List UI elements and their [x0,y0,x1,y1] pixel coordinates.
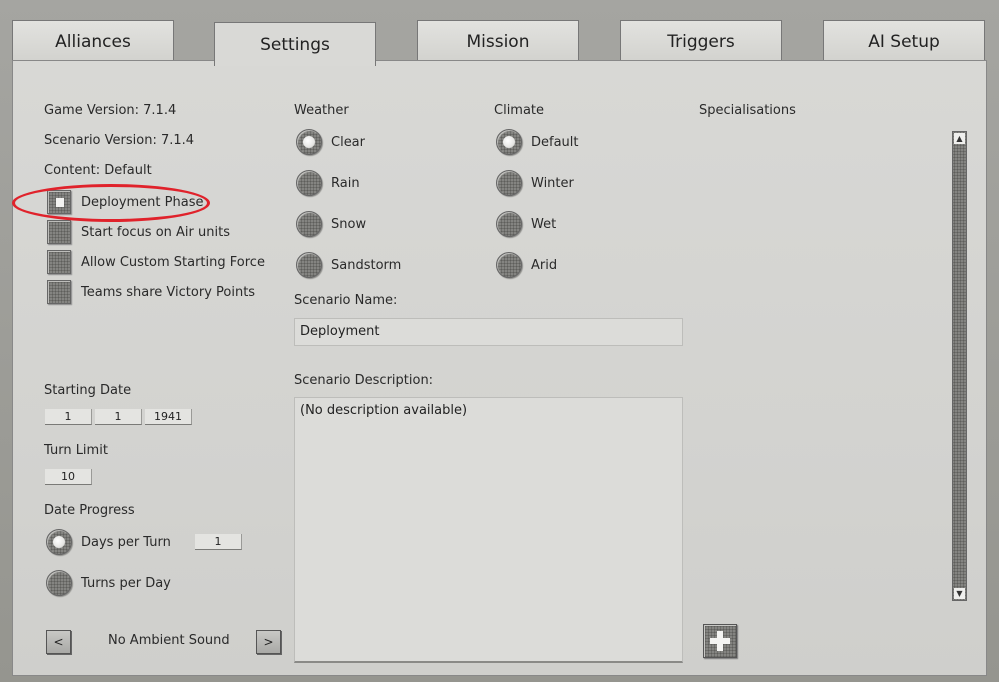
specialisations-label: Specialisations [699,103,796,118]
weather-snow-label: Snow [331,217,367,232]
radio-selected-icon [53,536,65,548]
climate-arid-radio[interactable] [496,252,522,278]
turns-per-day-label: Turns per Day [81,576,171,591]
climate-winter-radio[interactable] [496,170,522,196]
climate-arid-label: Arid [531,258,558,273]
climate-label: Climate [494,103,545,118]
days-per-turn-radio[interactable] [46,529,72,555]
starting-date-label: Starting Date [44,383,132,398]
deployment-phase-checkbox[interactable] [47,190,71,214]
weather-label: Weather [294,103,349,118]
share-victory-points-checkbox[interactable] [47,280,71,304]
climate-wet-radio[interactable] [496,211,522,237]
scroll-down-icon[interactable]: ▼ [954,588,965,599]
add-specialisation-button[interactable] [703,624,737,658]
game-version-label: Game Version: 7.1.4 [44,103,177,118]
ambient-sound-next-button[interactable]: > [256,630,281,654]
custom-starting-force-label: Allow Custom Starting Force [81,255,265,270]
radio-selected-icon [503,136,515,148]
days-per-turn-label: Days per Turn [81,535,171,550]
days-per-turn-field[interactable]: 1 [195,534,242,550]
scroll-up-icon[interactable]: ▲ [954,133,965,144]
start-day-field[interactable]: 1 [45,409,92,425]
ambient-sound-prev-button[interactable]: < [46,630,71,654]
weather-snow-radio[interactable] [296,211,322,237]
climate-wet-label: Wet [531,217,557,232]
turn-limit-field[interactable]: 10 [45,469,92,485]
start-month-field[interactable]: 1 [95,409,142,425]
weather-rain-radio[interactable] [296,170,322,196]
scenario-name-input[interactable]: Deployment [294,318,683,346]
content-label: Content: Default [44,163,152,178]
specialisations-scrollbar[interactable]: ▲ ▼ [952,131,967,601]
scenario-name-label: Scenario Name: [294,293,398,308]
climate-default-radio[interactable] [496,129,522,155]
weather-sandstorm-radio[interactable] [296,252,322,278]
start-focus-air-label: Start focus on Air units [81,225,230,240]
check-mark-icon [56,198,64,207]
scenario-description-textarea[interactable]: (No description available) [294,397,683,663]
climate-winter-label: Winter [531,176,574,191]
start-focus-air-checkbox[interactable] [47,220,71,244]
scenario-description-label: Scenario Description: [294,373,434,388]
turns-per-day-radio[interactable] [46,570,72,596]
window-frame: Alliances Settings Mission Triggers AI S… [0,0,999,682]
deployment-phase-label: Deployment Phase [81,195,204,210]
weather-clear-label: Clear [331,135,365,150]
climate-default-label: Default [531,135,579,150]
custom-starting-force-checkbox[interactable] [47,250,71,274]
scenario-version-label: Scenario Version: 7.1.4 [44,133,195,148]
weather-sandstorm-label: Sandstorm [331,258,402,273]
settings-content: Game Version: 7.1.4 Scenario Version: 7.… [0,0,999,682]
date-progress-label: Date Progress [44,503,135,518]
share-victory-points-label: Teams share Victory Points [81,285,256,300]
turn-limit-label: Turn Limit [44,443,108,458]
start-year-field[interactable]: 1941 [145,409,192,425]
weather-rain-label: Rain [331,176,360,191]
weather-clear-radio[interactable] [296,129,322,155]
radio-selected-icon [303,136,315,148]
ambient-sound-label: No Ambient Sound [108,633,230,648]
